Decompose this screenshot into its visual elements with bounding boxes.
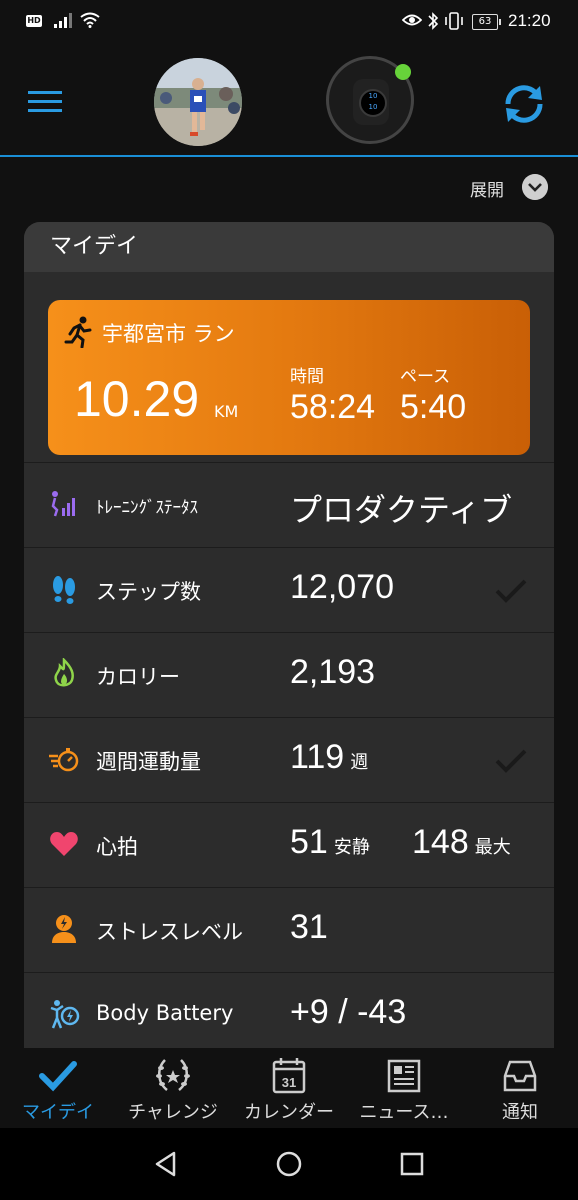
- eye-comfort-icon: [402, 14, 422, 26]
- max-hr-suffix: 最大: [474, 837, 511, 858]
- metric-value-wrap: 51 安静: [290, 823, 370, 862]
- home-icon[interactable]: [275, 1150, 303, 1178]
- metric-steps[interactable]: ステップ数 12,070: [24, 547, 554, 632]
- check-icon: [39, 1061, 77, 1092]
- stopwatch-icon: [49, 748, 79, 772]
- bluetooth-icon: [428, 12, 439, 30]
- nav-label: マイデイ: [22, 1102, 94, 1123]
- bottom-nav: マイデイ チャレンジ 31 カレンダー ニュース… 通知: [0, 1048, 578, 1128]
- metric-intensity-minutes[interactable]: 週間運動量 119 週: [24, 717, 554, 802]
- metric-label: 心拍: [96, 835, 138, 859]
- training-status-icon: [51, 491, 75, 517]
- metric-label: ﾄﾚｰﾆﾝｸﾞｽﾃｰﾀｽ: [96, 498, 198, 518]
- metric-body-battery[interactable]: Body Battery +9 / -43: [24, 972, 554, 1057]
- clock: 21:20: [508, 11, 551, 30]
- nav-label: チャレンジ: [128, 1102, 218, 1123]
- pace-value: 5:40: [400, 388, 467, 426]
- recents-icon[interactable]: [398, 1150, 426, 1178]
- metric-value: 12,070: [290, 568, 394, 606]
- metric-stress[interactable]: ストレスレベル 31: [24, 887, 554, 972]
- calendar-day: 31: [282, 1075, 296, 1090]
- calendar-icon: 31: [272, 1058, 306, 1094]
- footsteps-icon: [53, 576, 75, 604]
- metric-value: 2,193: [290, 653, 376, 691]
- metric-calories[interactable]: カロリー 2,193: [24, 632, 554, 717]
- connected-indicator: [395, 64, 411, 80]
- metric-value: 31: [290, 908, 328, 946]
- distance-unit: KM: [214, 402, 239, 421]
- check-icon: [495, 579, 527, 603]
- nav-label: カレンダー: [244, 1102, 334, 1123]
- check-icon: [495, 749, 527, 773]
- metric-value: プロダクティブ: [290, 491, 513, 529]
- metric-heart-rate[interactable]: 心拍 51 安静 148 最大: [24, 802, 554, 887]
- vibrate-icon: [445, 12, 463, 30]
- metric-label: 週間運動量: [96, 750, 201, 774]
- activity-distance: 10.29: [74, 371, 200, 427]
- my-day-card: マイデイ 宇都宮市 ラン 10.29 KM 時間 58:24 ペース 5:40 …: [24, 222, 554, 1062]
- metric-label: ストレスレベル: [96, 920, 243, 944]
- app-header: 10 10: [0, 44, 578, 156]
- body-battery-icon: [50, 1000, 80, 1029]
- nav-challenges[interactable]: チャレンジ: [115, 1048, 231, 1128]
- nav-notifications[interactable]: 通知: [462, 1048, 578, 1128]
- newspaper-icon: [387, 1059, 421, 1093]
- my-day-title: マイデイ: [24, 222, 554, 272]
- runner-photo: [154, 58, 242, 146]
- header-divider: [0, 155, 578, 157]
- time-value: 58:24: [290, 388, 376, 426]
- pace-label: ペース: [400, 367, 451, 387]
- signal-icon: [54, 13, 72, 28]
- hd-indicator: HD: [26, 15, 42, 27]
- expand-label: 展開: [470, 181, 504, 201]
- metric-label: Body Battery: [96, 1001, 234, 1025]
- max-hr-value: 148: [412, 823, 469, 861]
- metric-value: 119: [290, 738, 345, 776]
- status-bar: HD 63 21:20: [0, 0, 578, 44]
- watch-icon: 10 10: [353, 79, 389, 125]
- nav-news[interactable]: ニュース…: [346, 1048, 462, 1128]
- metric-value-wrap: 119 週: [290, 738, 368, 777]
- laurel-icon: [156, 1059, 190, 1091]
- sync-icon[interactable]: [500, 80, 548, 128]
- back-icon[interactable]: [152, 1150, 180, 1178]
- nav-my-day[interactable]: マイデイ: [0, 1048, 116, 1128]
- metric-label: ステップ数: [96, 580, 201, 604]
- nav-calendar[interactable]: 31 カレンダー: [231, 1048, 347, 1128]
- metric-label: カロリー: [96, 665, 180, 689]
- activity-name: 宇都宮市 ラン: [102, 322, 235, 346]
- activity-card[interactable]: 宇都宮市 ラン 10.29 KM 時間 58:24 ペース 5:40: [48, 300, 530, 455]
- resting-hr-value: 51: [290, 823, 328, 861]
- metric-training-status[interactable]: ﾄﾚｰﾆﾝｸﾞｽﾃｰﾀｽ プロダクティブ: [24, 462, 554, 547]
- flame-icon: [54, 658, 74, 687]
- menu-icon[interactable]: [28, 91, 62, 117]
- stress-icon: [52, 915, 76, 943]
- nav-label: ニュース…: [359, 1102, 449, 1123]
- metric-value: +9 / -43: [290, 993, 407, 1031]
- time-label: 時間: [290, 367, 324, 387]
- avatar[interactable]: [154, 58, 242, 146]
- chevron-down-icon: [522, 174, 548, 200]
- metric-suffix: 週: [350, 752, 369, 773]
- device-watch[interactable]: 10 10: [326, 56, 414, 144]
- wifi-icon: [80, 12, 100, 28]
- system-nav-bar: [0, 1128, 578, 1200]
- inbox-icon: [503, 1060, 537, 1092]
- heart-icon: [50, 832, 78, 856]
- running-icon: [64, 316, 92, 348]
- nav-label: 通知: [502, 1102, 538, 1123]
- battery-indicator: 63: [472, 14, 501, 30]
- metric-value2-wrap: 148 最大: [412, 823, 511, 862]
- watch-face: 10 10: [359, 89, 387, 117]
- resting-hr-suffix: 安静: [333, 837, 370, 858]
